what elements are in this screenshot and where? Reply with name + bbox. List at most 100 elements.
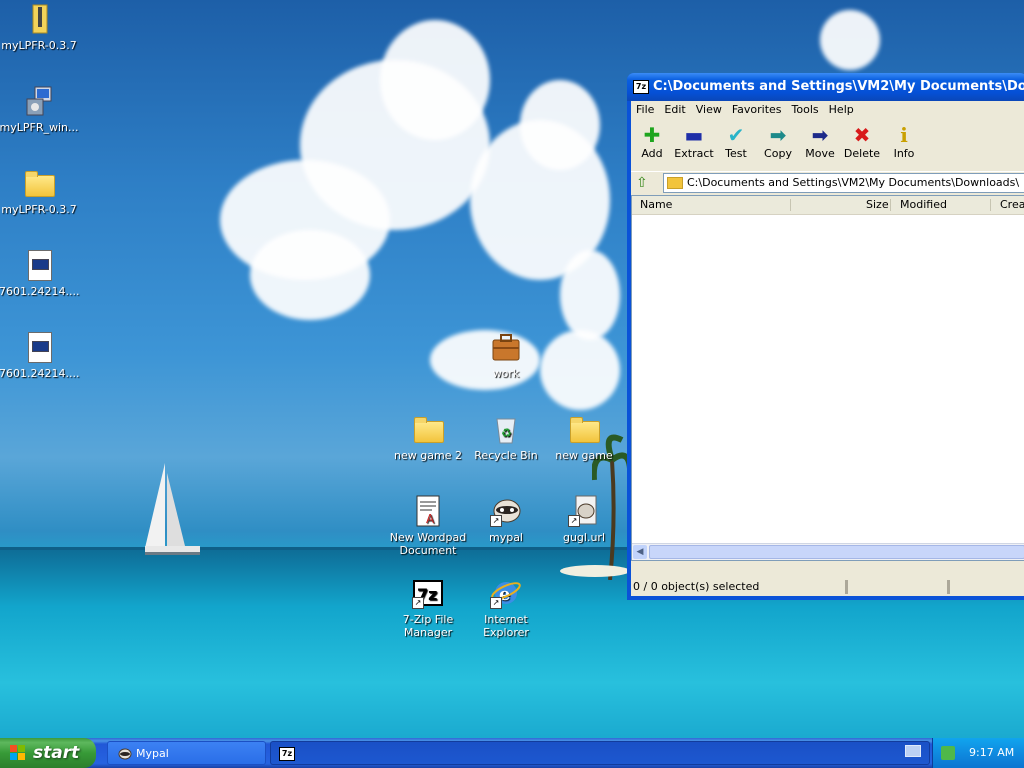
desktop-icon-label: 7601.24214.... <box>0 285 80 298</box>
network-icon[interactable] <box>941 746 955 760</box>
menu-favorites[interactable]: Favorites <box>727 101 787 119</box>
info-icon: i <box>900 123 908 147</box>
info-button[interactable]: i Info <box>883 123 925 160</box>
desktop-icon-label: work <box>492 367 520 380</box>
document-icon <box>28 250 52 281</box>
desktop-icon-label: Internet Explorer <box>483 613 529 639</box>
address-input[interactable]: C:\Documents and Settings\VM2\My Documen… <box>663 173 1024 193</box>
move-label: Move <box>805 147 835 160</box>
delete-label: Delete <box>843 147 881 160</box>
windows-logo-icon <box>10 745 25 760</box>
window-client-area: File Edit View Favorites Tools Help ✚ Add ▬ E… <box>631 101 1024 596</box>
file-list[interactable]: Name Size Modified Crea ◀ <box>631 195 1024 561</box>
keyboard-icon[interactable] <box>905 745 921 757</box>
desktop-icon-label: myLPFR-0.3.7 <box>1 203 77 216</box>
desktop-icon-mypal[interactable]: ↗ mypal <box>466 495 546 544</box>
desktop-icon-mylpfr-zip[interactable]: myLPFR-0.3.7 <box>0 3 79 52</box>
column-size[interactable]: Size <box>866 196 889 214</box>
status-separator <box>845 580 848 594</box>
desktop-icon-gugl-url[interactable]: ↗ gugl.url <box>544 495 624 544</box>
desktop-icon-new-game[interactable]: new game <box>544 413 624 462</box>
desktop-icon-label: myLPFR-0.3.7 <box>1 39 77 52</box>
briefcase-icon <box>492 334 520 361</box>
desktop-icon-new-game-2[interactable]: new game 2 <box>388 413 468 462</box>
delete-button[interactable]: ✖ Delete <box>841 123 883 160</box>
add-icon: ✚ <box>643 123 661 147</box>
menu-tools[interactable]: Tools <box>787 101 824 119</box>
add-label: Add <box>641 147 663 160</box>
menu-help[interactable]: Help <box>824 101 859 119</box>
copy-button[interactable]: ➡ Copy <box>757 123 799 160</box>
folder-icon <box>25 171 55 197</box>
address-bar: ⇧ C:\Documents and Settings\VM2\My Docum… <box>631 171 1024 194</box>
menu-edit[interactable]: Edit <box>659 101 690 119</box>
column-created[interactable]: Crea <box>1000 196 1024 214</box>
desktop-icon-7zip-file-manager[interactable]: 7z ↗ 7-Zip File Manager <box>388 577 468 639</box>
window-titlebar[interactable]: 7z C:\Documents and Settings\VM2\My Docum… <box>627 73 1024 101</box>
copy-label: Copy <box>764 147 792 160</box>
desktop-icon-label: mypal <box>488 531 523 544</box>
desktop-icon-label: gugl.url <box>562 531 606 544</box>
status-bar: 0 / 0 object(s) selected <box>631 577 1024 597</box>
7zip-window: 7z C:\Documents and Settings\VM2\My Docum… <box>627 73 1024 600</box>
address-path: C:\Documents and Settings\VM2\My Documen… <box>687 176 1020 189</box>
test-icon: ✔ <box>727 123 745 147</box>
shortcut-arrow-icon: ↗ <box>490 515 502 527</box>
7zip-app-icon[interactable]: 7z <box>633 79 649 94</box>
folder-icon <box>570 417 600 443</box>
desktop-icon-work[interactable]: work <box>466 331 546 380</box>
7zip-app-icon: 7z <box>279 747 295 761</box>
start-label: start <box>33 743 80 763</box>
desktop-icon-recycle-bin[interactable]: ♻ Recycle Bin <box>466 413 546 462</box>
extract-label: Extract <box>674 147 714 160</box>
start-button[interactable]: start <box>0 738 96 768</box>
taskbar-item-mypal[interactable]: Mypal <box>107 741 266 765</box>
desktop-icon-mylpfr-setup[interactable]: myLPFR_win... <box>0 85 79 134</box>
move-button[interactable]: ➡ Move <box>799 123 841 160</box>
column-separator[interactable] <box>790 199 791 211</box>
delete-icon: ✖ <box>853 123 871 147</box>
shortcut-arrow-icon: ↗ <box>490 597 502 609</box>
scroll-left-icon[interactable]: ◀ <box>633 545 647 559</box>
system-tray: 9:17 AM <box>932 738 1024 768</box>
scrollbar-thumb[interactable] <box>649 545 1024 559</box>
menu-file[interactable]: File <box>631 101 659 119</box>
sand-island <box>560 565 630 577</box>
extract-button[interactable]: ▬ Extract <box>673 123 715 160</box>
taskbar: start Mypal 7z 9:17 AM <box>0 738 1024 768</box>
taskbar-item-7zip[interactable]: 7z <box>270 741 930 765</box>
clock[interactable]: 9:17 AM <box>969 738 1014 768</box>
desktop-icon-label: New Wordpad Document <box>389 531 467 557</box>
folder-icon <box>667 177 683 189</box>
desktop-icon-label: 7601.24214.... <box>0 367 80 380</box>
setup-icon <box>26 86 52 116</box>
svg-text:♻: ♻ <box>501 426 512 440</box>
window-title: C:\Documents and Settings\VM2\My Documen… <box>653 79 1024 94</box>
desktop-icon-wordpad-document[interactable]: A New Wordpad Document <box>388 495 468 557</box>
horizontal-scrollbar[interactable]: ◀ <box>632 543 1024 560</box>
zip-folder-icon <box>32 4 48 34</box>
column-name[interactable]: Name <box>640 196 672 214</box>
folder-icon <box>414 417 444 443</box>
test-label: Test <box>725 147 747 160</box>
up-folder-icon[interactable]: ⇧ <box>636 175 652 191</box>
desktop-icon-7601-b[interactable]: 7601.24214.... <box>0 331 79 380</box>
desktop-icon-label: 7-Zip File Manager <box>402 613 454 639</box>
desktop-icon-7601-a[interactable]: 7601.24214.... <box>0 249 79 298</box>
copy-icon: ➡ <box>769 123 787 147</box>
desktop-icon-mylpfr-folder[interactable]: myLPFR-0.3.7 <box>0 167 79 216</box>
column-modified[interactable]: Modified <box>900 196 947 214</box>
test-button[interactable]: ✔ Test <box>715 123 757 160</box>
extract-icon: ▬ <box>684 123 704 147</box>
sailboat-image <box>145 463 200 555</box>
desktop-icon-label: new game <box>555 449 613 462</box>
column-separator[interactable] <box>990 199 991 211</box>
column-separator[interactable] <box>890 199 891 211</box>
info-label: Info <box>893 147 915 160</box>
menu-view[interactable]: View <box>691 101 727 119</box>
desktop-icon-label: new game 2 <box>394 449 462 462</box>
desktop-icon-internet-explorer[interactable]: e ↗ Internet Explorer <box>466 577 546 639</box>
svg-text:A: A <box>426 512 435 526</box>
taskbar-item-label: Mypal <box>136 747 169 760</box>
add-button[interactable]: ✚ Add <box>631 123 673 160</box>
